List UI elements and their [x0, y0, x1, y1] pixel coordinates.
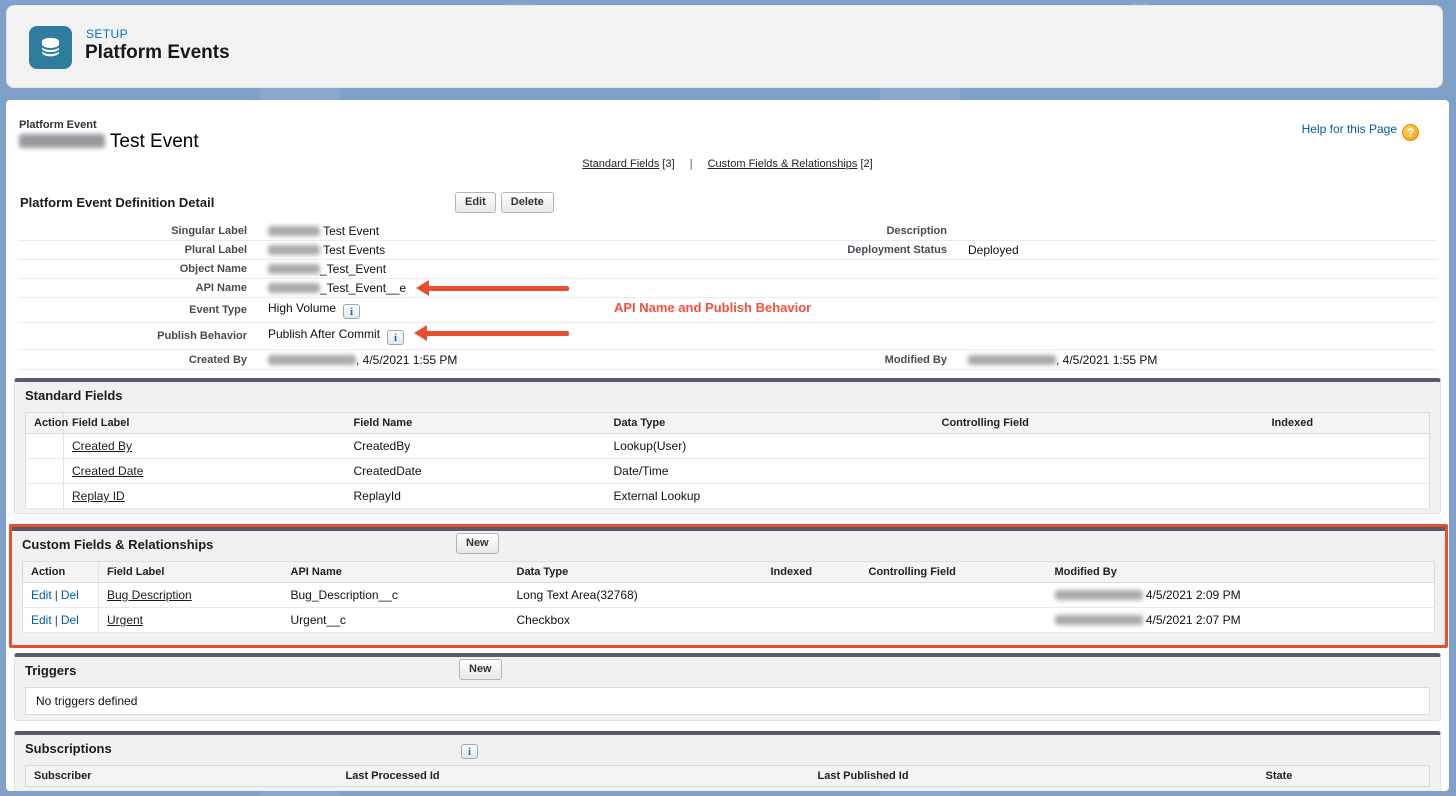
record-name: Test Event — [19, 131, 199, 153]
table-row: Created Date CreatedDate Date/Time — [26, 459, 1430, 484]
info-icon[interactable]: i — [387, 330, 404, 345]
del-link[interactable]: Del — [61, 613, 79, 627]
standard-fields-section: Standard Fields Action Field Label Field… — [14, 378, 1441, 514]
arrow-publish-behavior — [414, 325, 569, 341]
redacted-text — [268, 264, 320, 274]
field-link-created-date[interactable]: Created Date — [72, 464, 143, 478]
main-content: Platform Event Test Event Help for this … — [6, 100, 1449, 791]
triggers-section: Triggers New No triggers defined — [14, 653, 1441, 721]
custom-fields-section: Custom Fields & Relationships New Action… — [12, 527, 1445, 645]
redacted-user-name — [968, 355, 1056, 365]
custom-fields-highlight-box: Custom Fields & Relationships New Action… — [9, 524, 1448, 648]
custom-fields-table: Action Field Label API Name Data Type In… — [22, 561, 1435, 633]
detail-row-empty — [718, 298, 1437, 323]
table-row: Created By CreatedBy Lookup(User) — [26, 434, 1430, 459]
table-header-row: Action Field Label API Name Data Type In… — [23, 562, 1435, 583]
nav-link-standard-fields[interactable]: Standard Fields — [582, 158, 659, 170]
setup-app-header: SETUP Platform Events — [6, 5, 1443, 88]
edit-button[interactable]: Edit — [455, 192, 496, 213]
standard-fields-title: Standard Fields — [25, 388, 123, 403]
help-link[interactable]: Help for this Page — [1302, 122, 1397, 136]
record-type-label: Platform Event — [19, 119, 97, 131]
database-icon — [37, 34, 64, 61]
info-icon[interactable]: i — [461, 744, 478, 759]
detail-grid: Singular Label Test Event Plural Label T… — [18, 222, 1437, 370]
page-title: Platform Events — [85, 42, 230, 64]
detail-row-empty — [718, 279, 1437, 298]
detail-row-deployment-status: Deployment Status Deployed — [718, 241, 1437, 260]
new-custom-field-button[interactable]: New — [456, 533, 499, 554]
arrow-api-name — [416, 280, 569, 296]
triggers-title: Triggers — [25, 663, 76, 678]
redacted-text — [268, 245, 320, 255]
info-icon[interactable]: i — [343, 304, 360, 319]
detail-section-title: Platform Event Definition Detail — [20, 195, 214, 210]
detail-row-created-by: Created By , 4/5/2021 1:55 PM — [18, 350, 718, 370]
nav-link-custom-fields[interactable]: Custom Fields & Relationships — [708, 158, 858, 170]
table-row: Edit|Del Urgent Urgent__c Checkbox 4/5/2… — [23, 608, 1435, 633]
delete-button[interactable]: Delete — [501, 192, 554, 213]
subscriptions-title: Subscriptions — [25, 741, 112, 756]
redacted-record-prefix — [19, 134, 105, 148]
table-row: Edit|Del Bug Description Bug_Description… — [23, 583, 1435, 608]
detail-row-empty — [718, 260, 1437, 279]
standard-fields-count: [3] — [662, 158, 674, 170]
field-link-urgent[interactable]: Urgent — [107, 613, 143, 627]
standard-fields-table: Action Field Label Field Name Data Type … — [25, 412, 1430, 509]
detail-row-event-type: Event Type High Volumei — [18, 298, 718, 323]
redacted-user-name — [1055, 615, 1143, 625]
detail-row-singular-label: Singular Label Test Event — [18, 222, 718, 241]
del-link[interactable]: Del — [61, 588, 79, 602]
redacted-user-name — [1055, 590, 1143, 600]
section-nav: Standard Fields [3] | Custom Fields & Re… — [6, 158, 1449, 170]
redacted-user-name — [268, 355, 356, 365]
edit-link[interactable]: Edit — [31, 588, 52, 602]
custom-fields-count: [2] — [860, 158, 872, 170]
nav-separator: | — [690, 158, 693, 170]
custom-fields-title: Custom Fields & Relationships — [22, 537, 213, 552]
subscriptions-table: Subscriber Last Processed Id Last Publis… — [25, 765, 1430, 787]
detail-row-empty — [718, 323, 1437, 350]
field-link-replay-id[interactable]: Replay ID — [72, 489, 125, 503]
edit-link[interactable]: Edit — [31, 613, 52, 627]
question-mark-icon[interactable]: ? — [1402, 124, 1419, 141]
detail-row-object-name: Object Name _Test_Event — [18, 260, 718, 279]
redacted-text — [268, 283, 320, 293]
platform-events-icon — [29, 26, 72, 69]
triggers-empty-message: No triggers defined — [25, 687, 1430, 715]
help-for-this-page: Help for this Page? — [1302, 122, 1419, 141]
detail-row-plural-label: Plural Label Test Events — [18, 241, 718, 260]
table-header-row: Subscriber Last Processed Id Last Publis… — [26, 766, 1430, 787]
setup-breadcrumb: SETUP — [86, 27, 128, 41]
subscriptions-section: Subscriptions i Subscriber Last Processe… — [14, 731, 1441, 791]
detail-row-publish-behavior: Publish Behavior Publish After Commiti — [18, 323, 718, 350]
field-link-created-by[interactable]: Created By — [72, 439, 132, 453]
new-trigger-button[interactable]: New — [459, 659, 502, 680]
table-row: Replay ID ReplayId External Lookup — [26, 484, 1430, 509]
field-link-bug-description[interactable]: Bug Description — [107, 588, 192, 602]
detail-row-api-name: API Name _Test_Event__e — [18, 279, 718, 298]
detail-row-modified-by: Modified By , 4/5/2021 1:55 PM — [718, 350, 1437, 370]
table-header-row: Action Field Label Field Name Data Type … — [26, 413, 1430, 434]
detail-section-header: Platform Event Definition Detail EditDel… — [18, 192, 1437, 216]
annotation-callout: API Name and Publish Behavior — [614, 300, 811, 315]
redacted-text — [268, 226, 320, 236]
detail-row-description: Description — [718, 222, 1437, 241]
